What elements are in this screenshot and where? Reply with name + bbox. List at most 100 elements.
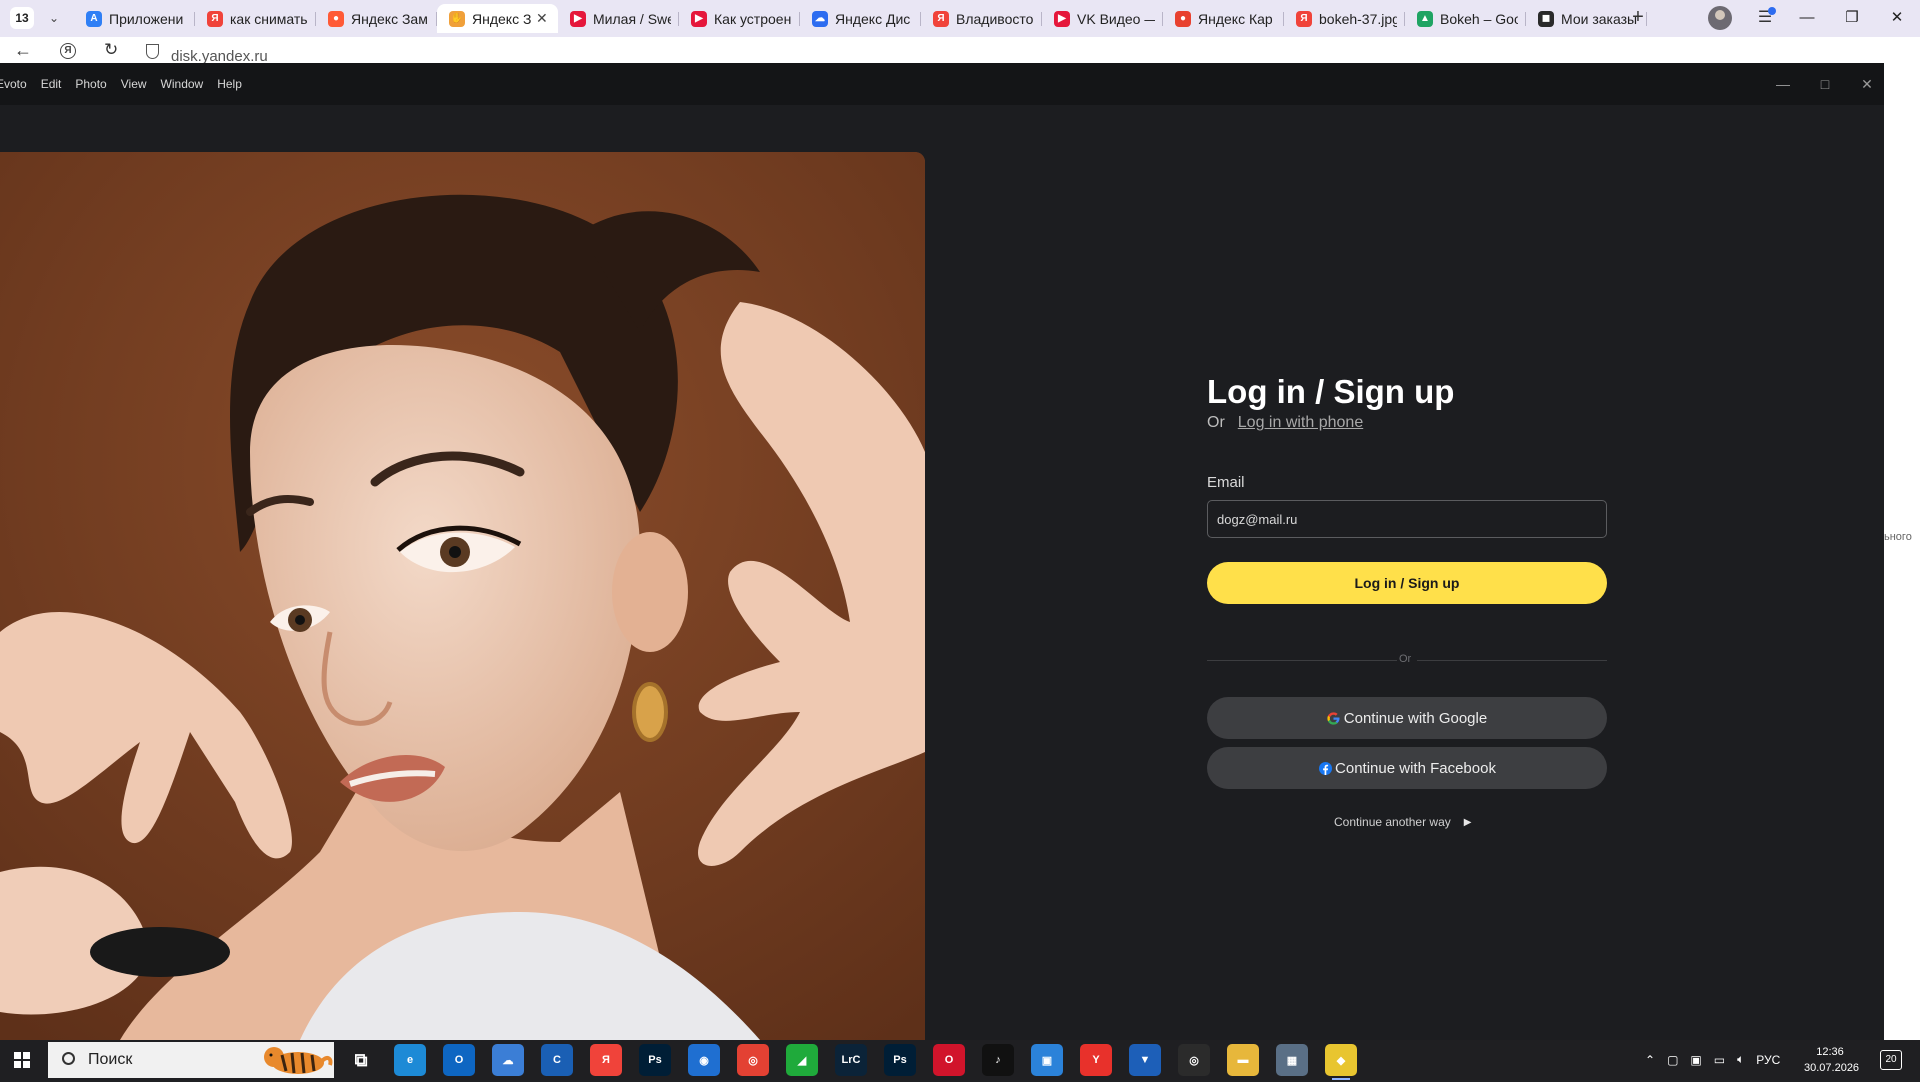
security-icon[interactable]: ▼	[1129, 1044, 1161, 1076]
continue-with-google-button[interactable]: Continue with Google	[1207, 697, 1607, 739]
new-tab-button[interactable]: +	[1626, 6, 1650, 30]
task-view-icon[interactable]: ⧉	[345, 1044, 377, 1076]
restore-icon[interactable]: ❐	[1832, 5, 1872, 31]
evoto-icon[interactable]: ◆	[1325, 1044, 1357, 1080]
outlook-icon[interactable]: O	[443, 1044, 475, 1076]
portrait-illustration	[0, 152, 925, 1040]
circle-app-icon[interactable]: ◎	[1178, 1044, 1210, 1076]
yandex-logo-icon[interactable]: Я	[60, 43, 76, 59]
or-label: Or	[1207, 414, 1225, 431]
browser-tab[interactable]: ☁ Яндекс Дис	[800, 4, 921, 33]
green-app-icon[interactable]: ◢	[786, 1044, 818, 1076]
browser-tab[interactable]: ● Яндекс Зам	[316, 4, 437, 33]
browser-tab[interactable]: Я Владивосто	[921, 4, 1042, 33]
menu-photo[interactable]: Photo	[75, 77, 106, 91]
browser-tab[interactable]: ✋ Яндекс З ✕	[437, 4, 558, 33]
cloud-app-icon[interactable]: ☁	[492, 1044, 524, 1076]
shield-icon[interactable]	[146, 44, 159, 59]
vk-video-icon: ▶	[1054, 10, 1070, 27]
network-icon[interactable]: ▭	[1714, 1053, 1725, 1067]
tab-title: Приложени	[109, 10, 184, 27]
continue-another-way-link[interactable]: Continue another way ▶	[1334, 815, 1471, 829]
language-indicator[interactable]: РУС	[1756, 1053, 1780, 1067]
browser-tab[interactable]: A Приложени	[74, 4, 195, 33]
continue-with-facebook-button[interactable]: Continue with Facebook	[1207, 747, 1607, 789]
background-page	[1884, 63, 1920, 1040]
reload-icon[interactable]: ↻	[104, 40, 118, 60]
page-title: Log in / Sign up	[1207, 373, 1455, 410]
app-menu-bar: Evoto Edit Photo View Window Help	[0, 77, 256, 91]
browser-tab[interactable]: ▲ Bokeh – Goo	[1405, 4, 1526, 33]
browser-tab[interactable]: Якак снимать	[195, 4, 316, 33]
tab-title: Яндекс Дис	[835, 10, 911, 27]
yandex-disk-icon: ☁	[812, 10, 828, 27]
yandex-browser-icon[interactable]: Я	[590, 1044, 622, 1076]
login-with-phone-link[interactable]: Log in with phone	[1238, 414, 1363, 432]
yandex-icon[interactable]: Y	[1080, 1044, 1112, 1076]
volume-icon[interactable]: 🔈︎	[1737, 1052, 1744, 1067]
tab-title: Милая / Swe	[593, 10, 671, 27]
tab-title: Владивосто	[956, 10, 1034, 27]
edge-icon[interactable]: e	[394, 1044, 426, 1076]
close-icon[interactable]: ✕	[1877, 5, 1917, 31]
tab-title: bokeh-37.jpg	[1319, 10, 1397, 27]
orders-icon: ◼	[1538, 10, 1554, 27]
tray-app-icon[interactable]: ▢	[1667, 1053, 1678, 1067]
divider-or-label: Or	[1399, 653, 1412, 665]
tab-menu-icon[interactable]: ☰	[1754, 7, 1776, 29]
chevron-up-icon[interactable]: ⌃	[1645, 1053, 1655, 1067]
opera-icon[interactable]: O	[933, 1044, 965, 1076]
menu-help[interactable]: Help	[217, 77, 242, 91]
alt-login-row: Or Log in with phone	[1207, 414, 1363, 432]
profile-avatar[interactable]	[1708, 6, 1732, 30]
search-highlight-tiger-icon[interactable]	[258, 1043, 334, 1077]
yandex-icon: Я	[207, 10, 223, 27]
notification-center-icon[interactable]: 20	[1880, 1050, 1902, 1070]
minimize-icon[interactable]: —	[1787, 5, 1827, 31]
menu-evoto[interactable]: Evoto	[0, 77, 27, 91]
chrome-icon[interactable]: ◎	[737, 1044, 769, 1076]
browser-tab[interactable]: ● Яндекс Кар	[1163, 4, 1284, 33]
tray-display-icon[interactable]: ▣	[1690, 1053, 1701, 1067]
tab-title: как снимать	[230, 10, 308, 27]
tab-title: Яндекс З	[472, 10, 532, 27]
browser-tab[interactable]: Яbokeh-37.jpg	[1284, 4, 1405, 33]
yandex-icon: Я	[933, 10, 949, 27]
ccleaner-icon[interactable]: C	[541, 1044, 573, 1076]
file-explorer-icon[interactable]: ▬	[1227, 1044, 1259, 1076]
divider	[1207, 660, 1397, 661]
menu-view[interactable]: View	[121, 77, 147, 91]
browser-tab[interactable]: ▶ Милая / Swe	[558, 4, 679, 33]
taskbar-clock[interactable]: 12:36 30.07.2026	[1804, 1044, 1859, 1076]
tab-count-badge[interactable]: 13	[10, 7, 34, 29]
tab-list: A Приложени Якак снимать ● Яндекс Зам ✋ Яндекс…	[74, 4, 1647, 33]
tiktok-icon[interactable]: ♪	[982, 1044, 1014, 1076]
app-maximize-icon[interactable]: □	[1810, 72, 1840, 96]
photoshop-icon[interactable]: Ps	[639, 1044, 671, 1076]
taskbar-pinned-apps: ⧉ e O ☁ C Я Ps ◉ ◎ ◢ LrC Ps O ♪ ▣ Y ▼ ◎ ▬ ▦ ◆	[345, 1044, 1374, 1080]
yandex-zen-hand-icon: ✋	[449, 10, 465, 27]
lightroom-classic-icon[interactable]: LrC	[835, 1044, 867, 1076]
menu-edit[interactable]: Edit	[41, 77, 62, 91]
login-signup-button[interactable]: Log in / Sign up	[1207, 562, 1607, 604]
photoshop-2-icon[interactable]: Ps	[884, 1044, 916, 1076]
chevron-down-icon[interactable]: ⌄	[44, 8, 64, 28]
network-app-icon[interactable]: ▦	[1276, 1044, 1308, 1076]
camera-icon[interactable]: ◉	[688, 1044, 720, 1076]
back-arrow-icon[interactable]: ←	[14, 40, 32, 61]
google-icon	[1327, 711, 1341, 725]
google-drive-icon: ▲	[1417, 10, 1433, 27]
phone-link-icon[interactable]: ▣	[1031, 1044, 1063, 1076]
windows-start-icon[interactable]	[14, 1052, 30, 1068]
tab-close-icon[interactable]: ✕	[536, 10, 550, 27]
search-placeholder[interactable]: Поиск	[88, 1051, 132, 1069]
yandex-zamechaet-icon: ●	[328, 10, 344, 27]
browser-tab[interactable]: ▶ Как устроен	[679, 4, 800, 33]
app-close-icon[interactable]: ✕	[1852, 72, 1882, 96]
background-page-text: ьного	[1884, 531, 1912, 543]
browser-tab[interactable]: ▶ VK Видео —	[1042, 4, 1163, 33]
app-minimize-icon[interactable]: —	[1768, 72, 1798, 96]
email-field[interactable]	[1207, 500, 1607, 538]
menu-window[interactable]: Window	[161, 77, 204, 91]
tab-title: Яндекс Кар	[1198, 10, 1273, 27]
